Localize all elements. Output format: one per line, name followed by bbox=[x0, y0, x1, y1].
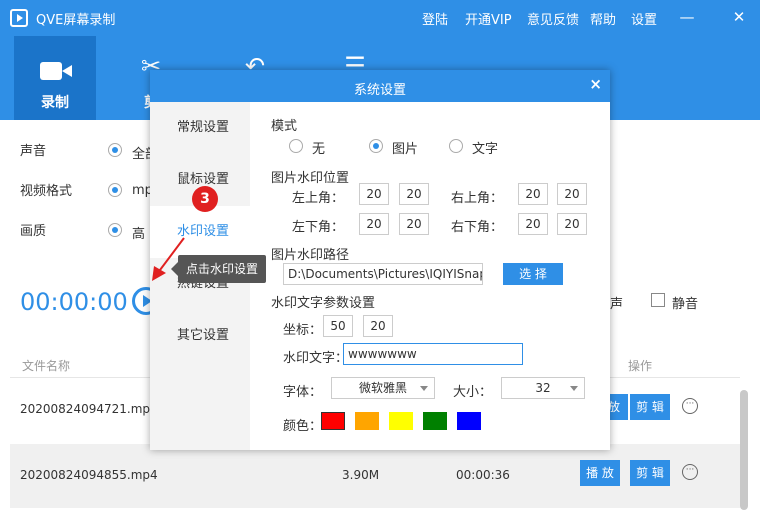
close-icon[interactable]: × bbox=[589, 75, 602, 93]
header-ops: 操作 bbox=[628, 359, 653, 373]
tip-callout: 点击水印设置 bbox=[171, 255, 266, 283]
sound-radio[interactable] bbox=[108, 143, 122, 157]
settings-link[interactable]: 设置 bbox=[631, 9, 657, 28]
nav-other[interactable]: 其它设置 bbox=[150, 310, 250, 362]
edit-button[interactable]: 剪 辑 bbox=[630, 394, 670, 420]
play-button[interactable]: 播 放 bbox=[580, 460, 620, 486]
image-position-label: 图片水印位置 bbox=[271, 171, 350, 186]
bottom-left-label: 左下角： bbox=[292, 220, 345, 235]
size-value: 32 bbox=[535, 381, 551, 395]
help-link[interactable]: 帮助 bbox=[590, 9, 616, 28]
file-name: 20200824094721.mp4 bbox=[20, 402, 158, 416]
bottom-left-y[interactable]: 20 bbox=[399, 213, 429, 235]
color-swatch-blue[interactable] bbox=[457, 412, 481, 430]
top-left-y[interactable]: 20 bbox=[399, 183, 429, 205]
top-left-label: 左上角： bbox=[292, 191, 345, 206]
minimize-icon[interactable]: — bbox=[676, 6, 698, 28]
top-right-x[interactable]: 20 bbox=[518, 183, 548, 205]
image-path-input[interactable]: D:\Documents\Pictures\IQIYISnap bbox=[283, 263, 483, 285]
quality-radio[interactable] bbox=[108, 223, 122, 237]
edit-button[interactable]: 剪 辑 bbox=[630, 460, 670, 486]
top-left-x[interactable]: 20 bbox=[359, 183, 389, 205]
chevron-down-icon bbox=[570, 386, 578, 391]
mode-label: 模式 bbox=[271, 119, 298, 134]
color-label: 颜色： bbox=[283, 419, 323, 434]
close-window-icon[interactable]: ✕ bbox=[728, 6, 750, 28]
login-link[interactable]: 登陆 bbox=[422, 9, 448, 28]
coord-x[interactable]: 50 bbox=[323, 315, 353, 337]
record-timer: 00:00:00 bbox=[20, 288, 128, 316]
bottom-left-x[interactable]: 20 bbox=[359, 213, 389, 235]
top-right-y[interactable]: 20 bbox=[557, 183, 587, 205]
text-params-label: 水印文字参数设置 bbox=[271, 296, 376, 311]
file-row[interactable]: 20200824094855.mp4 3.90M 00:00:36 播 放 剪 … bbox=[10, 444, 740, 508]
title-bar: QVE屏幕录制 登陆 开通VIP 意见反馈 帮助 设置 — ✕ bbox=[0, 0, 760, 36]
dialog-title: 系统设置 bbox=[353, 83, 406, 98]
feedback-link[interactable]: 意见反馈 bbox=[527, 9, 579, 28]
top-right-label: 右上角： bbox=[451, 191, 504, 206]
coord-y[interactable]: 20 bbox=[363, 315, 393, 337]
nav-watermark[interactable]: 水印设置 bbox=[150, 206, 250, 258]
mode-image-radio[interactable] bbox=[369, 139, 383, 153]
quality-value: 高 bbox=[132, 227, 146, 242]
vip-link[interactable]: 开通VIP bbox=[465, 9, 512, 28]
format-label: 视频格式 bbox=[20, 184, 73, 199]
color-swatch-yellow[interactable] bbox=[389, 412, 413, 430]
header-file-name: 文件名称 bbox=[22, 359, 71, 373]
chevron-down-icon bbox=[420, 386, 428, 391]
nav-general[interactable]: 常规设置 bbox=[150, 102, 250, 154]
file-name: 20200824094855.mp4 bbox=[20, 468, 158, 482]
bottom-right-label: 右下角： bbox=[451, 220, 504, 235]
coord-label: 坐标： bbox=[283, 323, 323, 338]
color-swatch-red[interactable] bbox=[321, 412, 345, 430]
tool-record-label: 录制 bbox=[41, 95, 69, 111]
mode-text-radio[interactable] bbox=[449, 139, 463, 153]
size-select[interactable]: 32 bbox=[501, 377, 585, 399]
mode-image-label: 图片 bbox=[392, 142, 419, 157]
file-list-scrollbar[interactable] bbox=[740, 390, 748, 510]
font-label: 字体： bbox=[283, 385, 323, 400]
font-value: 微软雅黑 bbox=[358, 381, 407, 395]
watermark-text-input[interactable]: wwwwwww bbox=[343, 343, 523, 365]
format-radio[interactable] bbox=[108, 183, 122, 197]
mute-checkbox[interactable] bbox=[651, 293, 665, 307]
step-badge: 3 bbox=[192, 186, 218, 212]
play-square-icon bbox=[10, 9, 28, 27]
tool-record[interactable]: 录制 bbox=[14, 36, 96, 120]
mode-none-label: 无 bbox=[312, 142, 326, 157]
audio-tail-label: 声 bbox=[610, 297, 624, 312]
dialog-header: 系统设置 × bbox=[150, 70, 610, 102]
select-file-button[interactable]: 选 择 bbox=[503, 263, 563, 285]
more-icon[interactable]: ··· bbox=[682, 464, 698, 480]
watermark-text-label: 水印文字： bbox=[283, 351, 349, 366]
color-swatch-orange[interactable] bbox=[355, 412, 379, 430]
quality-label: 画质 bbox=[20, 224, 47, 239]
mute-label: 静音 bbox=[672, 297, 699, 312]
sound-label: 声音 bbox=[20, 144, 47, 159]
color-swatch-green[interactable] bbox=[423, 412, 447, 430]
font-select[interactable]: 微软雅黑 bbox=[331, 377, 435, 399]
bottom-right-x[interactable]: 20 bbox=[518, 213, 548, 235]
app-title: QVE屏幕录制 bbox=[36, 13, 116, 28]
video-camera-icon bbox=[40, 62, 72, 80]
image-path-label: 图片水印路径 bbox=[271, 248, 350, 263]
file-size: 3.90M bbox=[342, 468, 380, 482]
size-label: 大小： bbox=[453, 385, 493, 400]
more-icon[interactable]: ··· bbox=[682, 398, 698, 414]
mode-none-radio[interactable] bbox=[289, 139, 303, 153]
mode-text-label: 文字 bbox=[472, 142, 499, 157]
file-duration: 00:00:36 bbox=[456, 468, 510, 482]
bottom-right-y[interactable]: 20 bbox=[557, 213, 587, 235]
